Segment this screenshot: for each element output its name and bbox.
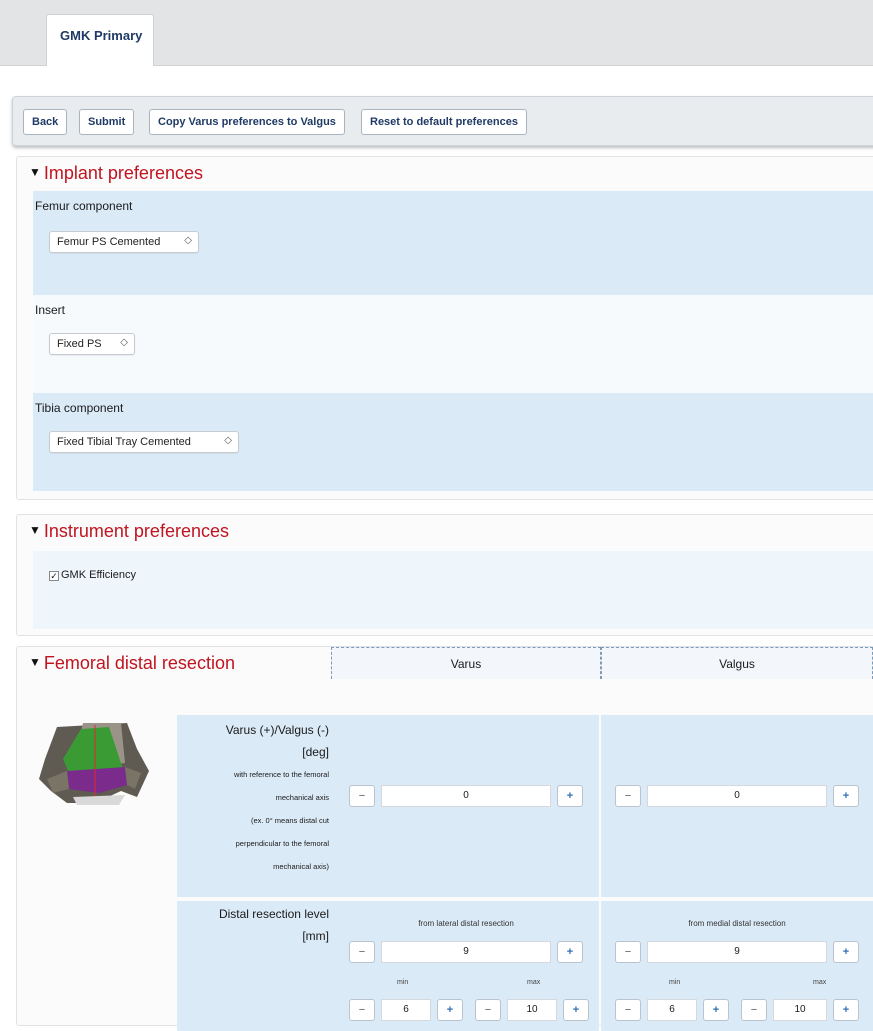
angle-label-line1: Varus (+)/Valgus (-) xyxy=(225,723,329,737)
copy-varus-to-valgus-button[interactable]: Copy Varus preferences to Valgus xyxy=(149,109,345,135)
angle-note-line2: mechanical axis xyxy=(275,793,329,802)
column-header-valgus: Valgus xyxy=(601,647,873,679)
collapse-triangle-icon[interactable]: ▼ xyxy=(29,523,41,537)
valgus-angle-input[interactable]: 0 xyxy=(647,785,827,807)
minus-button[interactable]: − xyxy=(615,785,641,807)
femur-component-select[interactable]: Femur PS Cemented ◇ xyxy=(49,231,199,253)
select-arrows-icon: ◇ xyxy=(120,337,128,348)
femur-component-value: Femur PS Cemented xyxy=(57,236,161,248)
femur-component-label: Femur component xyxy=(35,199,133,213)
minus-button[interactable]: − xyxy=(615,999,641,1021)
valgus-max-label: max xyxy=(813,979,827,986)
femur-illustration-image xyxy=(39,723,149,805)
instrument-title-text: Instrument preferences xyxy=(43,521,229,541)
varus-level-input[interactable]: 9 xyxy=(381,941,551,963)
varus-max-input[interactable]: 10 xyxy=(507,999,557,1021)
valgus-level-stepper: − 9 + xyxy=(615,941,859,963)
angle-note-line4: perpendicular to the femoral xyxy=(235,839,329,848)
minus-button[interactable]: − xyxy=(349,999,375,1021)
varus-min-stepper: − 6 + xyxy=(349,999,463,1021)
implant-preferences-panel: ▼ Implant preferences Femur component Fem… xyxy=(16,156,873,500)
angle-note-line1: with reference to the femoral xyxy=(233,770,329,779)
angle-note-line3: (ex. 0° means distal cut xyxy=(250,816,329,825)
toolbar: Back Submit Copy Varus preferences to Va… xyxy=(12,96,873,146)
tibia-component-label: Tibia component xyxy=(35,401,124,415)
plus-button[interactable]: + xyxy=(703,999,729,1021)
angle-row-label: Varus (+)/Valgus (-) [deg] with referenc… xyxy=(177,719,329,878)
reset-defaults-button[interactable]: Reset to default preferences xyxy=(361,109,527,135)
plus-button[interactable]: + xyxy=(833,785,859,807)
varus-angle-input[interactable]: 0 xyxy=(381,785,551,807)
femoral-distal-resection-title[interactable]: ▼ Femoral distal resection xyxy=(29,653,235,674)
select-arrows-icon: ◇ xyxy=(184,235,192,246)
angle-label-line2: [deg] xyxy=(302,745,329,759)
plus-button[interactable]: + xyxy=(557,941,583,963)
angle-note-line5: mechanical axis) xyxy=(273,862,329,871)
insert-select[interactable]: Fixed PS ◇ xyxy=(49,333,135,355)
minus-button[interactable]: − xyxy=(615,941,641,963)
gmk-efficiency-label: GMK Efficiency xyxy=(61,569,136,581)
tab-bar: GMK Primary xyxy=(0,0,873,66)
column-header-varus: Varus xyxy=(331,647,601,679)
level-label-line1: Distal resection level xyxy=(218,907,329,921)
minus-button[interactable]: − xyxy=(349,785,375,807)
select-arrows-icon: ◇ xyxy=(224,435,232,446)
collapse-triangle-icon[interactable]: ▼ xyxy=(29,165,41,179)
valgus-max-stepper: − 10 + xyxy=(741,999,859,1021)
minus-button[interactable]: − xyxy=(741,999,767,1021)
valgus-level-caption: from medial distal resection xyxy=(688,919,786,928)
implant-preferences-title[interactable]: ▼ Implant preferences xyxy=(29,163,203,184)
checkbox-check-icon[interactable]: ✓ xyxy=(49,571,59,581)
varus-min-label: min xyxy=(397,979,409,986)
tibia-component-row: Tibia component Fixed Tibial Tray Cement… xyxy=(33,393,873,491)
valgus-min-label: min xyxy=(669,979,681,986)
instrument-row: ✓ GMK Efficiency xyxy=(33,551,873,629)
femur-component-row: Femur component Femur PS Cemented ◇ xyxy=(33,191,873,295)
tibia-component-select[interactable]: Fixed Tibial Tray Cemented ◇ xyxy=(49,431,239,453)
varus-level-caption: from lateral distal resection xyxy=(418,919,514,928)
varus-level-stepper: − 9 + xyxy=(349,941,583,963)
plus-button[interactable]: + xyxy=(833,941,859,963)
tibia-component-value: Fixed Tibial Tray Cemented xyxy=(57,436,191,448)
instrument-preferences-title[interactable]: ▼ Instrument preferences xyxy=(29,521,229,542)
varus-max-label: max xyxy=(527,979,541,986)
plus-button[interactable]: + xyxy=(437,999,463,1021)
insert-value: Fixed PS xyxy=(57,338,102,350)
valgus-max-input[interactable]: 10 xyxy=(773,999,827,1021)
minus-button[interactable]: − xyxy=(475,999,501,1021)
femoral-distal-resection-panel: ▼ Femoral distal resection Varus Valgus V… xyxy=(16,646,873,1031)
resection-title-text: Femoral distal resection xyxy=(43,653,235,673)
plus-button[interactable]: + xyxy=(563,999,589,1021)
collapse-triangle-icon[interactable]: ▼ xyxy=(29,655,41,669)
varus-min-input[interactable]: 6 xyxy=(381,999,431,1021)
insert-label: Insert xyxy=(35,303,66,317)
instrument-preferences-panel: ▼ Instrument preferences ✓ GMK Efficiency xyxy=(16,514,873,636)
submit-button[interactable]: Submit xyxy=(79,109,135,135)
plus-button[interactable]: + xyxy=(833,999,859,1021)
varus-angle-stepper: − 0 + xyxy=(349,785,583,807)
plus-button[interactable]: + xyxy=(557,785,583,807)
implant-title-text: Implant preferences xyxy=(43,163,203,183)
insert-row: Insert Fixed PS ◇ xyxy=(33,295,873,393)
valgus-level-input[interactable]: 9 xyxy=(647,941,827,963)
tab-gmk-primary[interactable]: GMK Primary xyxy=(46,14,154,66)
level-row-label: Distal resection level [mm] xyxy=(177,903,329,947)
back-button[interactable]: Back xyxy=(23,109,68,135)
gmk-efficiency-checkbox[interactable]: ✓ GMK Efficiency xyxy=(49,569,136,581)
valgus-min-input[interactable]: 6 xyxy=(647,999,697,1021)
minus-button[interactable]: − xyxy=(349,941,375,963)
varus-max-stepper: − 10 + xyxy=(475,999,589,1021)
valgus-angle-stepper: − 0 + xyxy=(615,785,859,807)
valgus-min-stepper: − 6 + xyxy=(615,999,729,1021)
level-label-line2: [mm] xyxy=(302,929,329,943)
